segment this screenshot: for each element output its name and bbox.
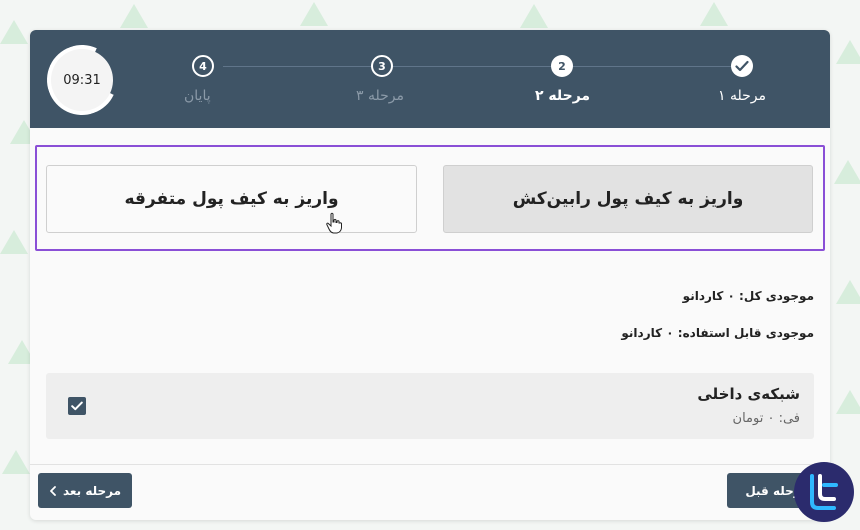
step-1-label: مرحله ۱ [718, 88, 766, 104]
step-4-number: 4 [192, 55, 214, 77]
available-balance: موجودی قابل استفاده: ۰ کاردانو [621, 326, 814, 340]
footer-divider [30, 464, 830, 465]
network-option-card[interactable]: شبکه‌ی داخلی فی: ۰ تومان [46, 373, 814, 439]
network-fee: فی: ۰ تومان [732, 411, 800, 426]
logo-mark-icon [810, 474, 838, 510]
hand-cursor-icon [326, 212, 342, 234]
step-3-label: مرحله ۳ [356, 88, 404, 104]
wizard-card: 09:31 مرحله ۱ 2 مرحله ۲ 3 مرحله ۳ 4 پایا… [30, 30, 830, 520]
step-1-check-icon [731, 55, 753, 77]
next-step-button[interactable]: مرحله بعد [38, 473, 132, 508]
next-step-label: مرحله بعد [62, 483, 122, 498]
network-checkbox[interactable] [68, 397, 86, 415]
step-2-number: 2 [551, 55, 573, 77]
stepper-line [223, 66, 753, 67]
wizard-header: 09:31 مرحله ۱ 2 مرحله ۲ 3 مرحله ۳ 4 پایا… [30, 30, 830, 128]
step-4-label: پایان [184, 88, 211, 104]
tradingfinder-logo [794, 462, 854, 522]
chevron-left-icon [50, 485, 56, 496]
rabincash-wallet-option[interactable]: واریز به کیف پول رابین‌کش [443, 165, 813, 233]
step-2-label: مرحله ۲ [535, 88, 591, 104]
total-balance: موجودی کل: ۰ کاردانو [682, 289, 814, 303]
step-3-number: 3 [371, 55, 393, 77]
checkmark-icon [71, 401, 83, 411]
other-wallet-option[interactable]: واریز به کیف پول متفرقه [46, 165, 417, 233]
network-title: شبکه‌ی داخلی [697, 385, 800, 403]
countdown-timer: 09:31 [63, 72, 101, 88]
